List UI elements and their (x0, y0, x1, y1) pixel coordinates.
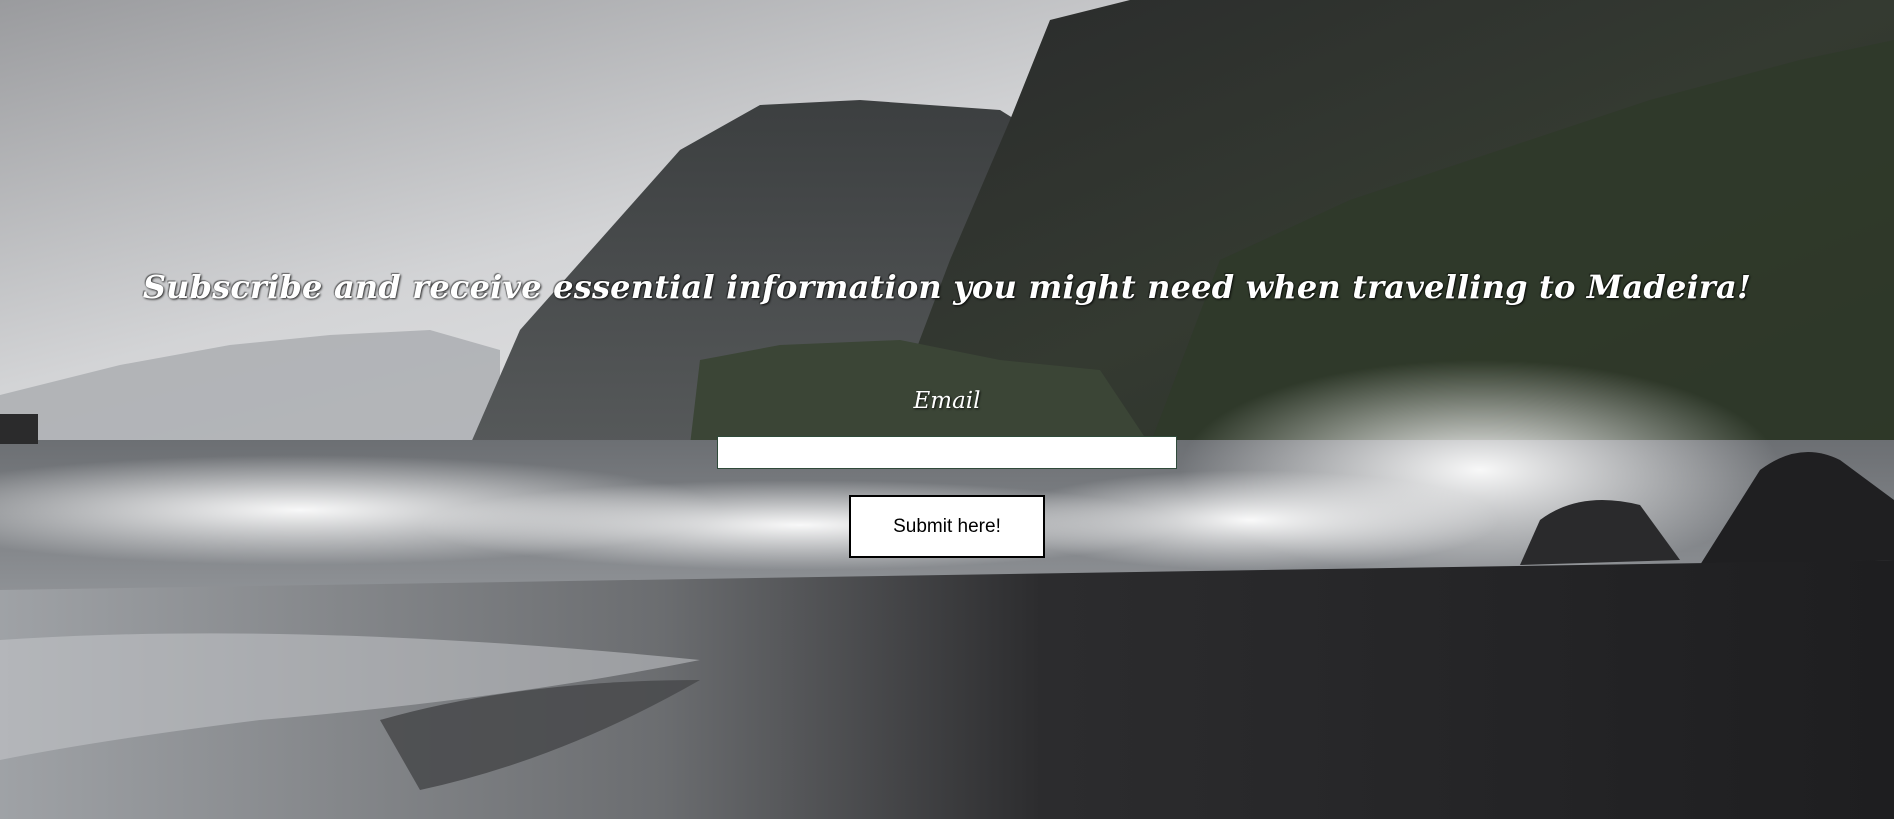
email-label: Email (913, 388, 981, 414)
submit-button[interactable]: Submit here! (849, 495, 1045, 558)
page-headline: Subscribe and receive essential informat… (142, 268, 1752, 306)
email-input[interactable] (717, 436, 1177, 469)
hero-section: Subscribe and receive essential informat… (0, 0, 1894, 819)
subscribe-form: Email Submit here! (0, 388, 1894, 558)
